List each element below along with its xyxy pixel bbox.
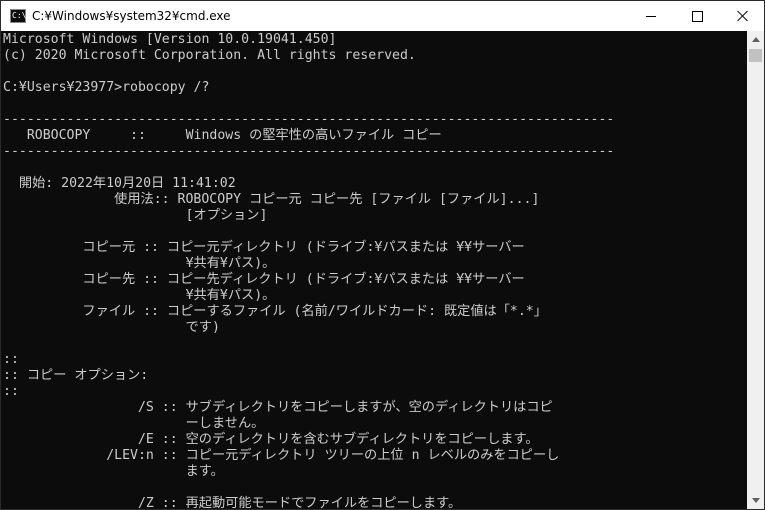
console-line: 開始: 2022年10月20日 11:41:02 xyxy=(3,176,236,191)
console-line: ----------------------------------------… xyxy=(3,112,615,127)
chevron-down-icon xyxy=(751,498,760,503)
console-line: (c) 2020 Microsoft Corporation. All righ… xyxy=(3,48,416,63)
console-line: /E :: 空のディレクトリを含むサブディレクトリをコピーします。 xyxy=(3,432,539,447)
window-title: C:¥Windows¥system32¥cmd.exe xyxy=(32,9,231,23)
console-line: C:¥Users¥23977>robocopy /? xyxy=(3,80,210,95)
scroll-up-button[interactable] xyxy=(747,31,764,48)
console-line: :: xyxy=(3,384,19,399)
app-icon-text: C:\ xyxy=(12,11,27,20)
close-button[interactable] xyxy=(720,1,764,31)
console-line: です) xyxy=(3,320,220,335)
console-line: :: コピー オプション: xyxy=(3,368,149,383)
maximize-icon xyxy=(691,10,703,22)
console-line: /LEV:n :: コピー元ディレクトリ ツリーの上位 n レベルのみをコピーし xyxy=(3,448,560,463)
maximize-button[interactable] xyxy=(674,1,720,31)
console-line: ----------------------------------------… xyxy=(3,144,615,159)
console-line: :: xyxy=(3,352,19,367)
console-line: [オプション] xyxy=(3,208,268,223)
minimize-icon xyxy=(646,15,656,17)
console-line: ーしません。 xyxy=(3,416,265,431)
chevron-up-icon xyxy=(751,37,760,42)
title-bar[interactable]: C:\ C:¥Windows¥system32¥cmd.exe xyxy=(1,1,764,31)
console-line: ¥共有¥パス)。 xyxy=(3,256,276,271)
console-output[interactable]: Microsoft Windows [Version 10.0.19041.45… xyxy=(1,31,747,510)
console-line: コピー先 :: コピー先ディレクトリ (ドライブ:¥パスまたは ¥¥サーバー xyxy=(3,272,525,287)
vertical-scrollbar[interactable] xyxy=(747,31,764,509)
console-line: コピー元 :: コピー元ディレクトリ (ドライブ:¥パスまたは ¥¥サーバー xyxy=(3,240,525,255)
minimize-button[interactable] xyxy=(628,1,674,31)
console-line: Microsoft Windows [Version 10.0.19041.45… xyxy=(3,32,337,47)
console-line: /Z :: 再起動可能モードでファイルをコピーします。 xyxy=(3,496,462,510)
console-line: 使用法:: ROBOCOPY コピー元 コピー先 [ファイル [ファイル]...… xyxy=(3,192,540,207)
cmd-window: C:\ C:¥Windows¥system32¥cmd.exe Microsof… xyxy=(0,0,765,510)
close-icon xyxy=(737,10,749,22)
console-line: /S :: サブディレクトリをコピーしますが、空のディレクトリはコピ xyxy=(3,400,553,415)
scroll-down-button[interactable] xyxy=(747,492,764,509)
console-line: ファイル :: コピーするファイル (名前/ワイルドカード: 既定値は「*.*」 xyxy=(3,304,547,319)
console-line: ¥共有¥パス)。 xyxy=(3,288,276,303)
cmd-app-icon[interactable]: C:\ xyxy=(10,9,26,23)
console-line: ROBOCOPY :: Windows の堅牢性の高いファイル コピー xyxy=(3,128,442,143)
scrollbar-thumb[interactable] xyxy=(749,49,762,62)
console-line: ます。 xyxy=(3,464,224,479)
